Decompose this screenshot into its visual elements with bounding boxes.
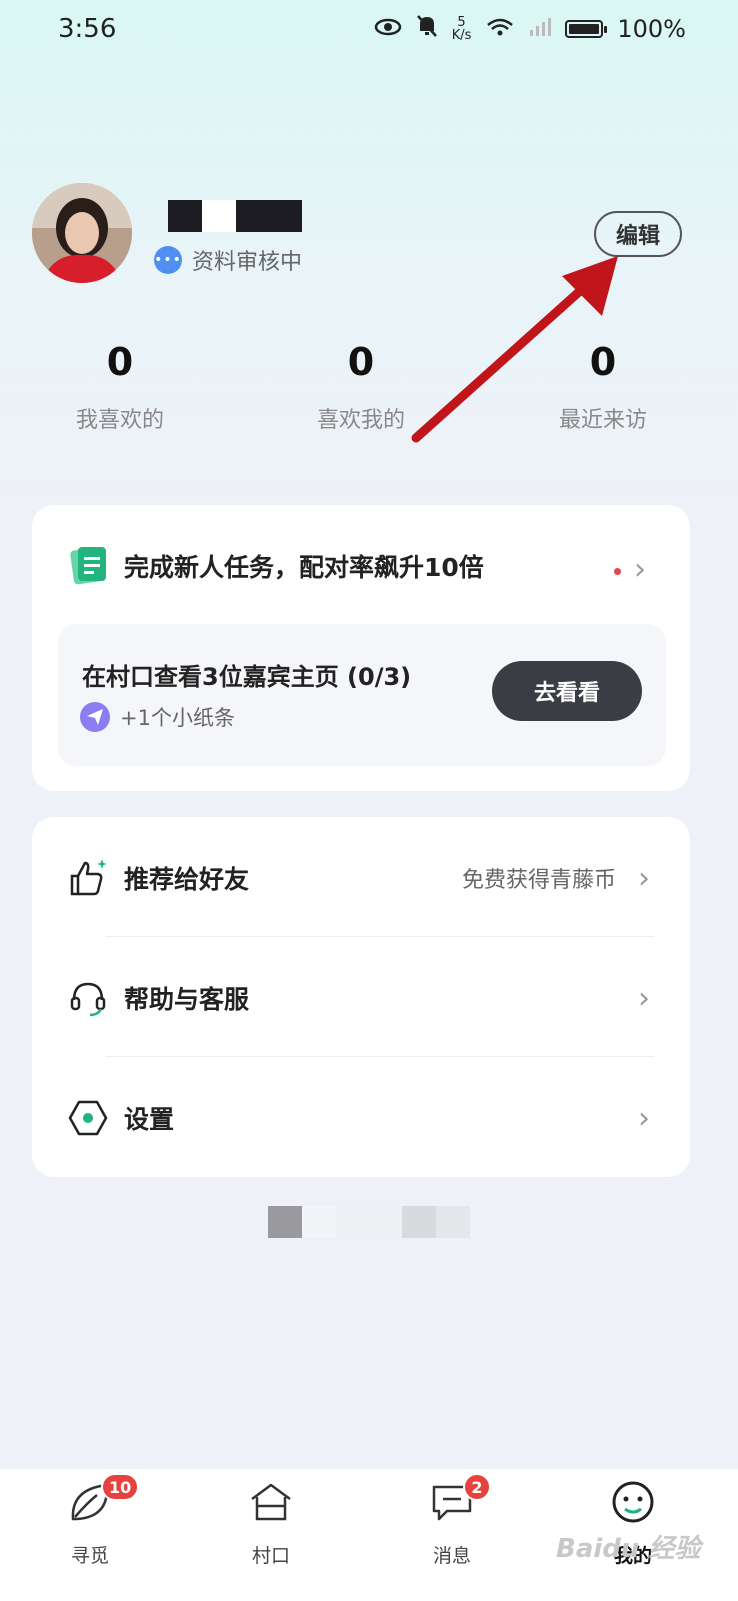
chevron-right-icon: ›: [638, 860, 650, 896]
go-see-button[interactable]: 去看看: [492, 661, 642, 721]
leaf-icon: [67, 1483, 113, 1529]
menu-item-settings[interactable]: 设置 ›: [32, 1058, 690, 1178]
chevron-right-icon[interactable]: ›: [634, 552, 646, 587]
bell-muted-icon: [416, 14, 438, 44]
menu-item-hint: 免费获得青藤币: [461, 868, 616, 893]
thumbs-up-icon: [68, 858, 108, 898]
task-reward: +1个小纸条: [80, 702, 235, 732]
redacted-footer-text: [268, 1206, 470, 1238]
tab-label: 消息: [432, 1545, 471, 1567]
menu-item-label: 帮助与客服: [124, 985, 250, 1014]
menu-item-label: 推荐给好友: [124, 865, 250, 894]
headset-icon: [68, 978, 108, 1018]
tab-messages[interactable]: 2 消息: [392, 1473, 512, 1568]
tab-label: 寻觅: [70, 1545, 109, 1567]
annotation-arrow: [400, 240, 630, 454]
tab-badge: 2: [463, 1473, 491, 1501]
avatar[interactable]: [32, 183, 132, 283]
notebook-icon: [68, 545, 110, 591]
hexagon-settings-icon: [68, 1098, 108, 1138]
divider: [106, 1056, 654, 1057]
review-status-text: 资料审核中: [192, 250, 303, 275]
task-item-title: 在村口查看3位嘉宾主页 (0/3): [82, 663, 412, 691]
status-time: 3:56: [58, 14, 117, 44]
battery-icon: [565, 20, 608, 38]
chat-icon: [429, 1485, 475, 1529]
stat-i-like[interactable]: 0 我喜欢的: [20, 340, 220, 434]
username-redacted: [168, 200, 302, 232]
stat-count: 0: [106, 340, 134, 384]
status-icons: 5 K/s 100%: [374, 14, 686, 44]
menu-item-recommend[interactable]: 推荐给好友 免费获得青藤币 ›: [32, 818, 690, 938]
watermark: Baidu 经验: [556, 1534, 701, 1564]
menu-item-help[interactable]: 帮助与客服 ›: [32, 938, 690, 1058]
tab-village[interactable]: 村口: [211, 1479, 331, 1568]
battery-percent: 100%: [617, 15, 686, 43]
chevron-right-icon: ›: [638, 980, 650, 1016]
review-status: ••• 资料审核中: [154, 244, 302, 276]
chevron-right-icon: ›: [638, 1100, 650, 1136]
paper-plane-icon: [80, 702, 110, 732]
net-speed: 5 K/s: [451, 15, 472, 43]
house-icon: [248, 1483, 294, 1529]
stat-label: 我喜欢的: [75, 408, 164, 433]
tab-badge: 10: [101, 1473, 140, 1501]
eye-icon: [374, 15, 402, 43]
tab-label: 村口: [251, 1545, 290, 1567]
signal-icon: [529, 15, 552, 43]
smiley-icon: [610, 1481, 656, 1529]
wifi-icon: [485, 15, 515, 43]
task-reward-text: +1个小纸条: [120, 706, 235, 730]
menu-item-label: 设置: [124, 1105, 175, 1134]
task-card-title[interactable]: 完成新人任务，配对率飙升10倍: [124, 548, 484, 584]
tab-discover[interactable]: 10 寻觅: [30, 1473, 150, 1568]
unread-dot: [614, 568, 621, 575]
more-dots-icon: •••: [154, 246, 182, 274]
divider: [106, 936, 654, 937]
